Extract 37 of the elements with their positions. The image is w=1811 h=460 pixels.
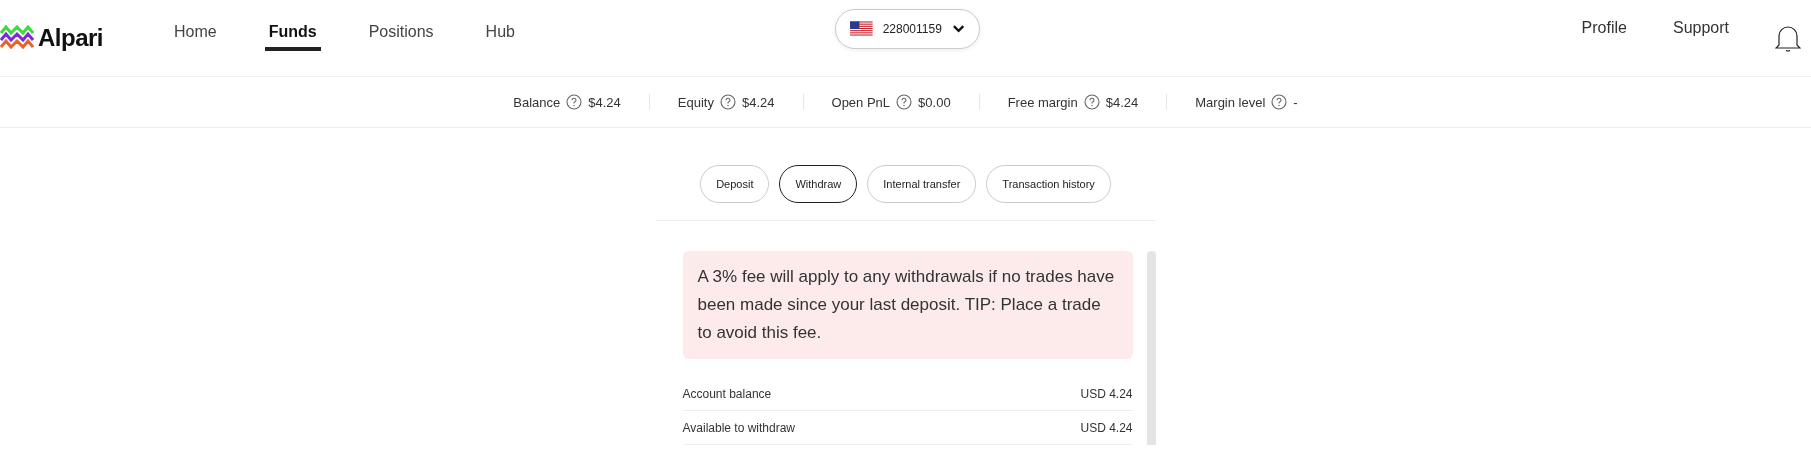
stat-label: Margin level — [1195, 94, 1266, 110]
help-icon[interactable] — [566, 94, 583, 110]
stat-value: - — [1293, 94, 1298, 110]
row-value: USD 4.24 — [1080, 421, 1133, 435]
nav-link[interactable]: Home — [170, 17, 221, 51]
stat-label: Free margin — [1007, 94, 1078, 110]
stat-label: Balance — [513, 94, 561, 110]
bell-icon[interactable] — [1775, 24, 1801, 52]
stat-label: Open PnL — [831, 94, 891, 110]
account-selector[interactable]: 228001159 — [835, 9, 980, 49]
help-icon[interactable] — [1271, 94, 1288, 110]
nav-link[interactable]: Funds — [264, 17, 321, 51]
help-icon[interactable] — [1083, 94, 1100, 110]
help-icon[interactable] — [720, 94, 736, 110]
flag-icon — [850, 21, 873, 37]
stat-value: $0.00 — [918, 94, 951, 110]
fee-notice: A 3% fee will apply to any withdrawals if no trades have been made since your last deposit. TIP: Place a trade to avoid this fee. — [682, 251, 1133, 359]
stat-value: $4.24 — [588, 94, 621, 110]
funds-tab[interactable]: Deposit — [700, 165, 770, 203]
help-icon[interactable] — [896, 94, 913, 110]
nav-link[interactable]: Hub — [481, 17, 519, 51]
scrollbar[interactable] — [1146, 251, 1156, 445]
funds-tab[interactable]: Transaction history — [986, 165, 1111, 203]
funds-tab[interactable]: Internal transfer — [867, 165, 977, 203]
stat-label: Equity — [677, 94, 714, 110]
chevron-icon — [951, 24, 965, 34]
row-label: Account balance — [682, 387, 772, 401]
nav-link[interactable]: Positions — [364, 17, 438, 51]
header-link[interactable]: Profile — [1581, 19, 1627, 37]
header-link[interactable]: Support — [1672, 19, 1729, 37]
row-label: Available to withdraw — [682, 421, 795, 435]
funds-tab[interactable]: Withdraw — [779, 165, 858, 203]
stat-value: $4.24 — [1105, 94, 1139, 110]
row-value: USD 4.24 — [1080, 387, 1133, 401]
stat-value: $4.24 — [742, 94, 775, 110]
logo-text: Alpari — [38, 24, 103, 52]
logo-icon — [0, 25, 34, 51]
